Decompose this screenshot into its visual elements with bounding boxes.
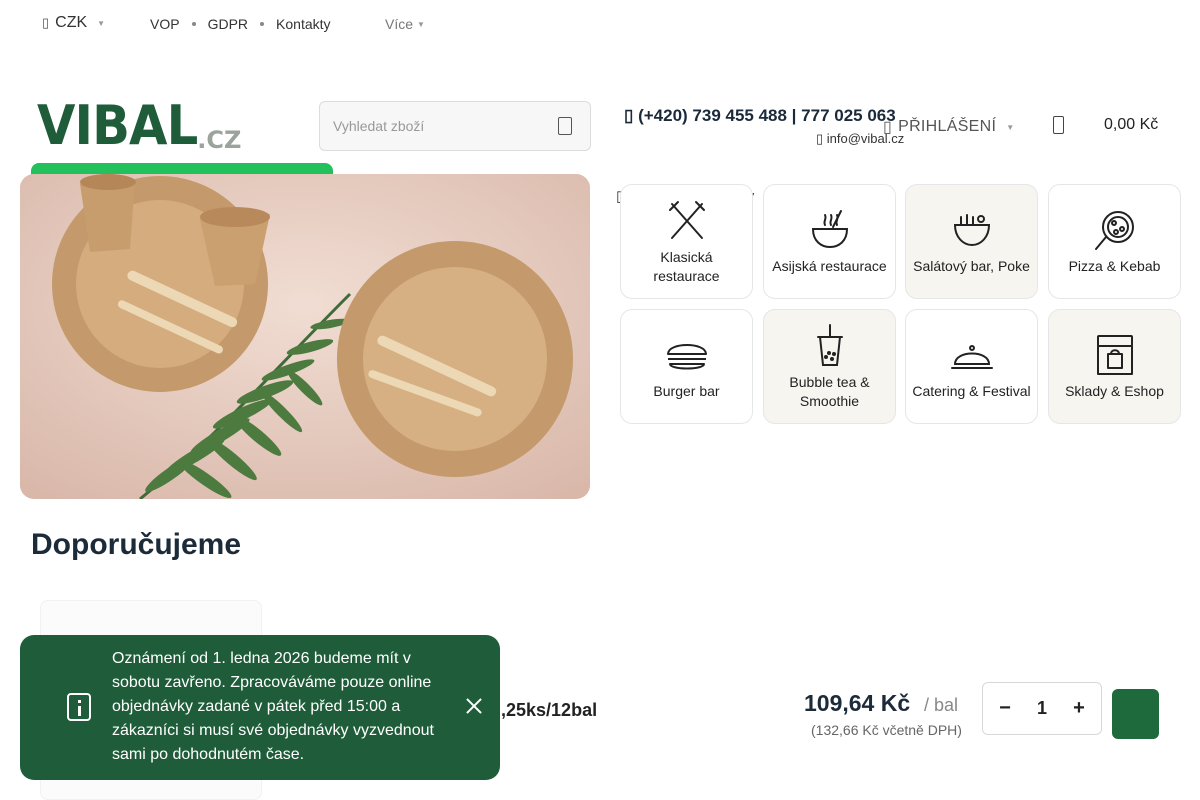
category-label: Salátový bar, Poke [913, 258, 1030, 274]
search-box [319, 101, 591, 151]
currency-selector[interactable]: ▯ CZK ▼ [42, 14, 105, 32]
more-menu[interactable]: Více ▼ [385, 16, 425, 32]
pizza-icon [1094, 211, 1134, 250]
link-kontakty[interactable]: Kontakty [276, 16, 330, 32]
category-klasicka-restaurace[interactable]: Klasická restaurace [620, 184, 753, 299]
hero-banner[interactable] [20, 174, 590, 499]
search-input[interactable] [320, 102, 540, 150]
announcement-popup: Oznámení od 1. ledna 2026 budeme mít v s… [20, 635, 500, 780]
logo-domain: .CZ [197, 126, 242, 154]
product-title[interactable]: m,25ks/12bal [485, 700, 597, 721]
top-links: VOP GDPR Kontakty [150, 16, 331, 32]
cart-icon [1053, 116, 1064, 134]
phone-icon: ▯ [624, 106, 639, 125]
cart-amount: 0,00 Kč [1104, 116, 1159, 133]
product-price-vat: (132,66 Kč včetně DPH) [811, 722, 962, 738]
announcement-text: Oznámení od 1. ledna 2026 budeme mít v s… [112, 650, 434, 763]
category-pizza-kebab[interactable]: Pizza & Kebab [1048, 184, 1181, 299]
category-label: Klasická restaurace [653, 248, 720, 284]
section-title: Doporučujeme [31, 528, 242, 561]
close-icon[interactable] [463, 695, 485, 717]
hero-image [20, 174, 590, 499]
category-asijska-restaurace[interactable]: Asijská restaurace [763, 184, 896, 299]
category-label: Asijská restaurace [772, 258, 887, 274]
separator-dot [191, 22, 196, 26]
category-bubble-tea[interactable]: Bubble tea & Smoothie [763, 309, 896, 424]
phone-number: (+420) 739 455 488 | 777 025 063 [638, 106, 896, 125]
info-icon [67, 693, 91, 721]
cloche-icon [950, 345, 993, 369]
phone-contact[interactable]: ▯ (+420) 739 455 488 | 777 025 063 [624, 106, 896, 126]
quantity-value[interactable]: 1 [1037, 698, 1047, 719]
link-vop[interactable]: VOP [150, 16, 180, 32]
logo-wordmark: VIBAL [37, 94, 198, 157]
category-catering-festival[interactable]: Catering & Festival [905, 309, 1038, 424]
product-price: 109,64 Kč [804, 690, 911, 716]
category-sklady-eshop[interactable]: Sklady & Eshop [1048, 309, 1181, 424]
bubble-tea-icon [816, 323, 843, 366]
login-label: PŘIHLÁŠENÍ [898, 118, 997, 135]
category-label: Catering & Festival [912, 383, 1031, 399]
noodle-bowl-icon [811, 210, 848, 249]
login-button[interactable]: ▯ PŘIHLÁŠENÍ ▼ [883, 117, 1014, 137]
chevron-down-icon: ▼ [1006, 122, 1015, 132]
category-label: Pizza & Kebab [1068, 258, 1161, 274]
currency-label: CZK [55, 14, 88, 31]
quantity-stepper: − 1 + [982, 682, 1102, 735]
separator-dot [260, 22, 265, 26]
category-label: Burger bar [653, 383, 720, 399]
salad-bowl-icon [953, 214, 990, 247]
category-label: Sklady & Eshop [1065, 383, 1164, 399]
product-unit: / bal [924, 695, 959, 715]
cutlery-icon [668, 200, 705, 239]
chevron-down-icon: ▼ [417, 19, 425, 29]
currency-icon: ▯ [42, 15, 50, 30]
top-bar: ▯ CZK ▼ VOP GDPR Kontakty Více ▼ [0, 0, 1200, 48]
category-label: Bubble tea & Smoothie [789, 373, 870, 409]
search-icon[interactable] [558, 117, 572, 135]
mail-icon: ▯ [816, 131, 827, 146]
user-icon: ▯ [883, 119, 893, 136]
more-label: Více [385, 16, 414, 32]
burger-icon [666, 344, 707, 370]
category-burger-bar[interactable]: Burger bar [620, 309, 753, 424]
cart-button[interactable]: 0,00 Kč [1053, 116, 1158, 134]
add-to-cart-button[interactable] [1112, 689, 1159, 739]
link-gdpr[interactable]: GDPR [208, 16, 248, 32]
increment-button[interactable]: + [1071, 697, 1087, 720]
site-logo[interactable]: VIBAL .CZ [37, 94, 242, 157]
chevron-down-icon: ▼ [97, 18, 106, 28]
category-salatovy-bar[interactable]: Salátový bar, Poke [905, 184, 1038, 299]
decrement-button[interactable]: − [997, 697, 1013, 720]
shop-icon [1096, 335, 1133, 375]
